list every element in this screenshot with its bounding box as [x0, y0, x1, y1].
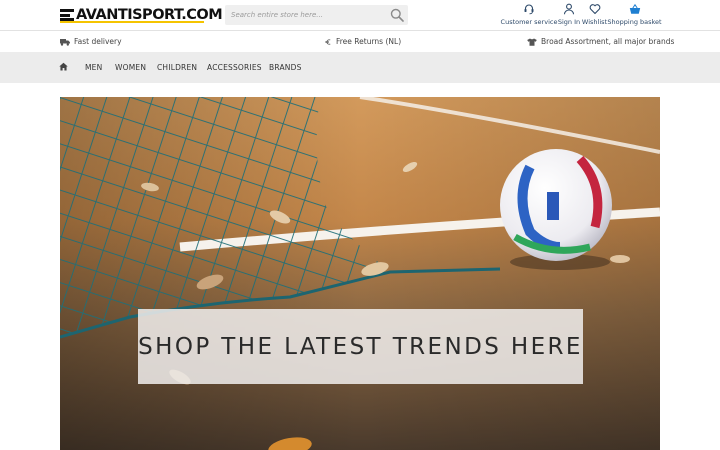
- usp-free-returns-label: Free Returns (NL): [336, 37, 402, 46]
- customer-service-label: Customer service: [500, 18, 558, 26]
- headset-icon: [524, 4, 534, 15]
- truck-icon: [60, 38, 70, 46]
- nav-item-women[interactable]: WOMEN: [115, 63, 146, 72]
- basket-icon: [629, 3, 640, 14]
- search-input[interactable]: [225, 5, 385, 25]
- search-box: [225, 5, 408, 25]
- shirt-icon: [527, 38, 537, 46]
- sign-in-link[interactable]: Sign In: [557, 3, 581, 29]
- nav-item-children[interactable]: CHILDREN: [157, 63, 197, 72]
- user-icon: [563, 3, 575, 15]
- nav-item-brands[interactable]: BRANDS: [269, 63, 302, 72]
- hero-image: [60, 97, 660, 450]
- site-header: AVANTISPORT.COM Customer service Sign In…: [0, 0, 720, 31]
- euro-icon: [325, 38, 331, 45]
- hero-banner[interactable]: SHOP THE LATEST TRENDS HERE: [60, 97, 660, 450]
- hero-headline: SHOP THE LATEST TRENDS HERE: [138, 333, 583, 360]
- usp-bar: Fast delivery Free Returns (NL) Broad As…: [0, 31, 720, 52]
- shopping-basket-link[interactable]: Shopping basket: [607, 3, 662, 29]
- usp-broad-assortment: Broad Assortment, all major brands: [527, 37, 674, 46]
- home-icon[interactable]: [59, 62, 68, 71]
- logo-mark-icon: [60, 8, 74, 22]
- wishlist-label: Wishlist: [581, 18, 608, 26]
- wishlist-link[interactable]: Wishlist: [582, 3, 607, 29]
- heart-icon: [589, 4, 600, 15]
- usp-free-returns: Free Returns (NL): [325, 37, 401, 46]
- hero-cta-banner[interactable]: SHOP THE LATEST TRENDS HERE: [138, 309, 583, 384]
- nav-item-men[interactable]: MEN: [85, 63, 102, 72]
- logo-underline: [60, 21, 204, 23]
- usp-broad-assortment-label: Broad Assortment, all major brands: [541, 37, 675, 46]
- usp-fast-delivery: Fast delivery: [60, 37, 122, 46]
- customer-service-link[interactable]: Customer service: [500, 3, 558, 29]
- main-navigation: MEN WOMEN CHILDREN ACCESSORIES BRANDS: [0, 52, 720, 83]
- sign-in-label: Sign In: [557, 18, 581, 26]
- magnifier-icon[interactable]: [390, 8, 404, 22]
- nav-item-accessories[interactable]: ACCESSORIES: [207, 63, 262, 72]
- usp-fast-delivery-label: Fast delivery: [74, 37, 122, 46]
- shopping-basket-label: Shopping basket: [607, 18, 662, 26]
